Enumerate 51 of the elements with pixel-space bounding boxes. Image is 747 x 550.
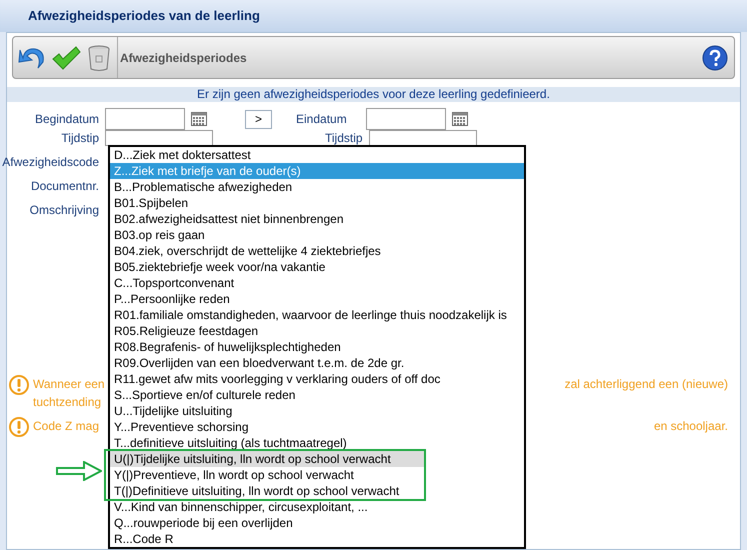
help-icon[interactable] [702,44,728,70]
toolbar-title: Afwezigheidsperiodes [120,50,248,66]
warning-text: Code Z mag [33,418,100,435]
field-label: Documentnr. [30,178,99,195]
time-select[interactable] [369,130,477,146]
dropdown-option[interactable]: Y...Preventieve schorsing [110,419,524,435]
dropdown-option[interactable]: R11.gewet afw mits voorlegging v verklaring ouders of off doc [110,371,524,387]
dropdown-option[interactable]: S...Sportieve en/of culturele reden [110,387,524,403]
warning-text: en schooljaar. [654,418,728,435]
dropdown-option[interactable]: Y(|)Preventieve, lln wordt op school verwacht [110,467,424,483]
field-label: Eindatum [296,111,348,128]
dropdown-option[interactable]: B03.op reis gaan [110,227,524,243]
dropdown-option[interactable]: P...Persoonlijke reden [110,291,524,307]
dropdown-option[interactable]: T(|)Definitieve uitsluiting, lln wordt op school verwacht [110,483,424,499]
warning-text: Wanneer een [33,376,105,393]
arrow-icon [56,461,102,481]
dropdown-option[interactable]: D...Ziek met doktersattest [110,147,524,163]
dropdown-option[interactable]: R08.Begrafenis- of huwelijksplechtigheden [110,339,524,355]
calendar-icon[interactable] [452,112,468,126]
info-bar: Er zijn geen afwezigheidsperiodes voor deze leerling gedefinieerd. [7,87,740,102]
dropdown-option[interactable]: R...Code R [110,531,524,547]
dropdown-option[interactable]: U(|)Tijdelijke uitsluiting, lln wordt op school verwacht [110,451,424,467]
dropdown-option[interactable]: B...Problematische afwezigheden [110,179,524,195]
field-label: Afwezigheidscode [2,154,99,171]
dropdown-option[interactable]: V...Kind van binnenschipper, circusexploitant, ... [110,499,524,515]
date-field[interactable] [366,108,446,130]
dropdown-option[interactable]: B02.afwezigheidsattest niet binnenbrengen [110,211,524,227]
dropdown-option[interactable]: B05.ziektebriefje week voor/na vakantie [110,259,524,275]
calendar-icon[interactable] [191,112,207,126]
dropdown-option[interactable]: R05.Religieuze feestdagen [110,323,524,339]
field-label: Tijdstip [60,131,100,145]
warning-text: tuchtzending [33,394,102,411]
dropdown-option[interactable]: C...Topsportconvenant [110,275,524,291]
dropdown-option[interactable]: Q...rouwperiode bij een overlijden [110,515,524,531]
warning-text: zal achterliggend een (nieuwe) [564,376,728,393]
field-label: Omschrijving [30,202,99,219]
next-button[interactable]: > [245,110,272,128]
dropdown-option[interactable]: B01.Spijbelen [110,195,524,211]
dropdown-option[interactable]: T...definitieve uitsluiting (als tuchtmaatregel) [110,435,524,451]
check-icon[interactable] [51,44,81,70]
field-label: Tijdstip [325,131,364,145]
date-field[interactable] [105,108,185,130]
dropdown-option[interactable]: R01.familiale omstandigheden, waarvoor de leerlinge thuis noodzakelijk is [110,307,524,323]
field-label: Begindatum [34,111,100,128]
warning-icon [9,417,29,437]
warning-icon [9,375,29,395]
dropdown-option[interactable]: U...Tijdelijke uitsluiting [110,403,524,419]
window-title: Afwezigheidsperiodes van de leerling [28,7,260,26]
dropdown-option[interactable]: B04.ziek, overschrijdt de wettelijke 4 ziektebriefjes [110,243,524,259]
dropdown-option[interactable]: R09.Overlijden van een bloedverwant t.e.m. de 2de gr. [110,355,524,371]
time-select[interactable] [105,130,213,146]
